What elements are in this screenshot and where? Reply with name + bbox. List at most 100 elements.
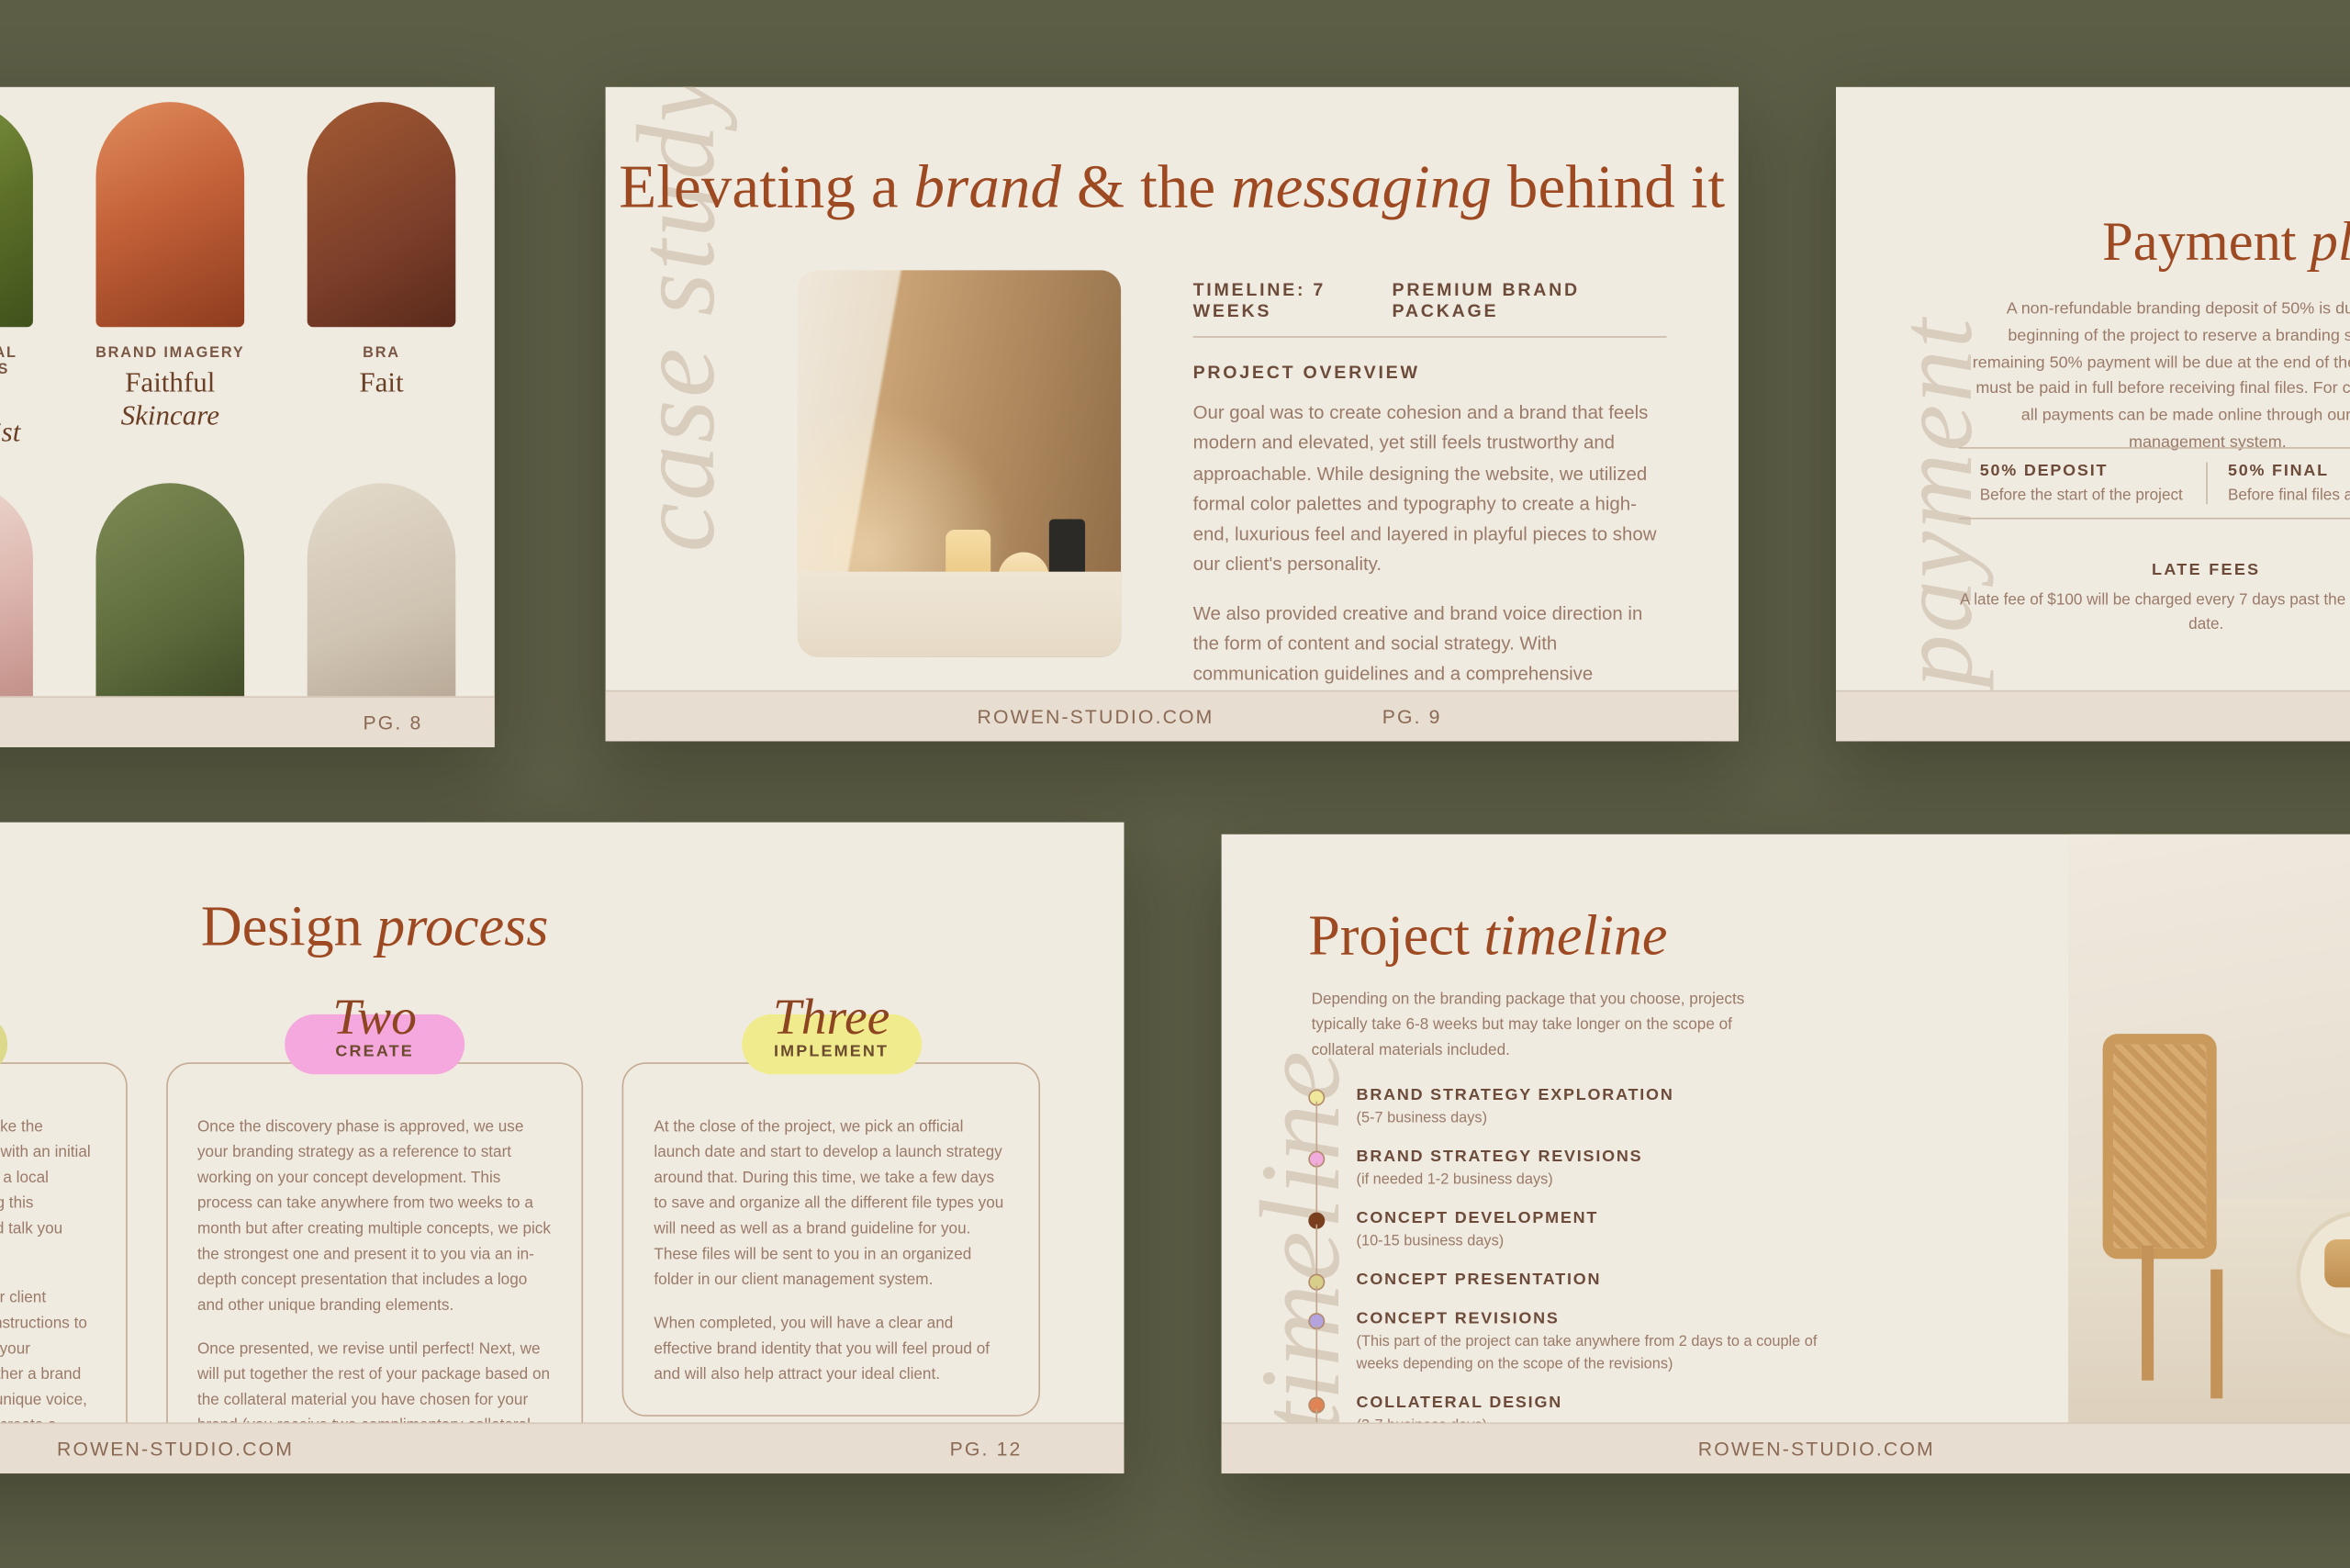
slide-design-process[interactable]: process Design process Congratulations! … — [0, 822, 1125, 1474]
portfolio-card[interactable]: COLLATERAL MATERIALS Lauren Minimalist — [0, 102, 45, 450]
timeline-connector — [1315, 1408, 1318, 1423]
presentation-mockup-canvas: WEBSITE aker COLLATERAL MATERIALS Lauren… — [0, 0, 2350, 1568]
project-overview-paragraph-1: Our goal was to create cohesion and a br… — [1192, 402, 1657, 576]
case-study-details: TIMELINE: 7 WEEKS PREMIUM BRAND PACKAGE … — [1192, 279, 1667, 690]
payment-term-heading: 50% DEPOSIT — [1979, 462, 2109, 481]
timeline-connector — [1315, 1224, 1318, 1277]
timeline-item: CONCEPT DEVELOPMENT (10-15 business days… — [1308, 1209, 1848, 1277]
payment-term-sub: Before final files are sent — [2227, 486, 2350, 505]
slide-project-timeline-body: timeline Project timeline Depending on t… — [1222, 834, 2350, 1423]
project-overview-paragraph-2: We also provided creative and brand voic… — [1192, 602, 1643, 685]
case-study-package: PREMIUM BRAND PACKAGE — [1392, 279, 1580, 321]
timeline-connector — [1315, 1101, 1318, 1154]
process-step-text: Once the discovery phase is approved, we… — [196, 1114, 552, 1423]
portfolio-card-kicker: BRA — [363, 344, 400, 362]
process-step-text: Congratulations! You've decided to take … — [0, 1114, 95, 1423]
portfolio-thumbnail — [95, 102, 245, 328]
timeline-item-name: CONCEPT DEVELOPMENT — [1356, 1209, 1599, 1227]
timeline-item-duration: (5-7 business days) — [1356, 1110, 1488, 1127]
slide-portfolio-body: WEBSITE aker COLLATERAL MATERIALS Lauren… — [0, 87, 495, 697]
timeline-item-duration: (This part of the project can take anywh… — [1356, 1334, 1818, 1373]
late-fees-text: A late fee of $100 will be charged every… — [1959, 590, 2350, 634]
payment-term-final: 50% FINAL Before final files are sent — [2205, 462, 2350, 505]
portfolio-card[interactable]: BRAND D Phosp — [296, 483, 468, 697]
process-step-two: Once the discovery phase is approved, we… — [165, 991, 584, 1423]
slide-case-study[interactable]: case study Elevating a brand & the messa… — [605, 86, 1739, 742]
timeline-list: BRAND STRATEGY EXPLORATION (5-7 business… — [1308, 1086, 1849, 1423]
portfolio-grid: WEBSITE aker COLLATERAL MATERIALS Lauren… — [0, 102, 468, 697]
timeline-connector — [1315, 1162, 1318, 1215]
timeline-item: BRAND STRATEGY EXPLORATION (5-7 business… — [1308, 1086, 1848, 1154]
project-timeline-intro: Depending on the branding package that y… — [1311, 990, 1745, 1059]
slide-portfolio-footer: ROWEN-STUDIO.COM PG. 8 — [0, 696, 495, 747]
timeline-connector — [1315, 1325, 1318, 1400]
footer-page-number: PG. 12 — [949, 1437, 1023, 1461]
portfolio-card-name: Fait — [359, 367, 404, 399]
slide-payment-plan[interactable]: payment Payment plan A non-refundable br… — [1836, 86, 2350, 742]
portfolio-thumbnail — [0, 102, 33, 328]
portfolio-card[interactable]: BRA Fait — [296, 102, 468, 450]
timeline-photo — [2068, 834, 2350, 1423]
process-step-paragraph: When completed, you will have a clear an… — [654, 1314, 990, 1383]
payment-term-heading: 50% FINAL — [2227, 462, 2329, 481]
slide-project-timeline[interactable]: timeline Project timeline Depending on t… — [1221, 834, 2350, 1474]
process-step-box: Congratulations! You've decided to take … — [0, 1062, 128, 1423]
slide-payment-plan-footer: ROW — [1836, 689, 2350, 742]
case-study-photo — [797, 270, 1122, 657]
portfolio-card-kicker: BRAND IMAGERY — [95, 344, 245, 362]
payment-plan-intro: A non-refundable branding deposit of 50%… — [1972, 299, 2350, 453]
footer-site: ROWEN-STUDIO.COM — [1697, 1437, 1935, 1461]
portfolio-card[interactable]: BRAND IMAGERY Faithful Skincare — [84, 102, 256, 450]
process-step-paragraph: At the close of the project, we pick an … — [654, 1117, 1004, 1289]
process-step-badge: IMPLEMENT Three — [704, 991, 959, 1075]
payment-plan-title: Payment plan — [2102, 211, 2350, 274]
slide-case-study-footer: ROWEN-STUDIO.COM PG. 9 — [605, 689, 1739, 742]
timeline-item: CONCEPT REVISIONS (This part of the proj… — [1308, 1310, 1848, 1400]
timeline-item-name: BRAND STRATEGY EXPLORATION — [1356, 1086, 1674, 1104]
process-step-script-number: Three — [772, 990, 890, 1047]
project-overview-heading: PROJECT OVERVIEW — [1192, 361, 1420, 383]
portfolio-thumbnail — [0, 483, 33, 697]
process-step-pill: DISCOVER — [0, 1014, 8, 1075]
slide-design-process-footer: ROWEN-STUDIO.COM PG. 12 — [0, 1422, 1125, 1474]
portfolio-thumbnail — [307, 483, 456, 697]
timeline-item-duration: (3-7 business days) — [1357, 1415, 1849, 1423]
slide-case-study-body: case study Elevating a brand & the messa… — [606, 87, 1739, 690]
process-step-badge: DISCOVER One — [0, 1014, 46, 1075]
timeline-item: COLLATERAL DESIGN (3-7 business days) — [1308, 1394, 1849, 1423]
slide-portfolio[interactable]: WEBSITE aker COLLATERAL MATERIALS Lauren… — [0, 86, 495, 747]
slide-payment-plan-body: payment Payment plan A non-refundable br… — [1836, 87, 2350, 690]
design-process-title: Design process — [200, 895, 549, 959]
footer-page-number: PG. 9 — [1382, 705, 1442, 728]
timeline-item-name: COLLATERAL DESIGN — [1356, 1394, 1562, 1413]
timeline-item-duration: (if needed 1-2 business days) — [1356, 1171, 1553, 1189]
process-step-paragraph: Congratulations! You've decided to take … — [0, 1117, 91, 1238]
portfolio-card-name: Lauren Minimalist — [0, 417, 21, 449]
timeline-item-duration: (10-15 business days) — [1356, 1233, 1505, 1250]
process-step-badge: CREATE Two — [247, 991, 502, 1075]
footer-page-number: PG. 8 — [363, 711, 423, 734]
payment-term-deposit: 50% DEPOSIT Before the start of the proj… — [1959, 462, 2206, 504]
late-fees-heading: LATE FEES — [2152, 561, 2261, 579]
case-study-divider — [1192, 336, 1667, 338]
process-step-paragraph: Once presented, we revise until perfect!… — [196, 1339, 551, 1423]
slide-project-timeline-footer: ROWEN-STUDIO.COM PG. 13 — [1221, 1422, 2350, 1474]
process-step-script-number: Two — [332, 990, 417, 1047]
portfolio-card-name: Faithful Skincare — [120, 367, 220, 432]
process-steps: Congratulations! You've decided to take … — [0, 991, 1041, 1423]
process-step-paragraph: After the meeting, we invite you to our … — [0, 1288, 87, 1422]
project-timeline-title: Project timeline — [1308, 904, 1668, 969]
process-step-paragraph: Once the discovery phase is approved, we… — [196, 1117, 551, 1315]
footer-site: ROWEN-STUDIO.COM — [57, 1437, 295, 1461]
process-step-box: At the close of the project, we pick an … — [622, 1062, 1041, 1417]
case-study-title: Elevating a brand & the messaging behind… — [619, 151, 1726, 221]
payment-terms: 50% DEPOSIT Before the start of the proj… — [1958, 447, 2350, 520]
portfolio-card[interactable]: BRAND DESIGN / IMAGERY Phosphene Collect… — [84, 483, 256, 697]
case-study-meta: TIMELINE: 7 WEEKS PREMIUM BRAND PACKAGE — [1193, 279, 1667, 321]
process-step-three: At the close of the project, we pick an … — [622, 991, 1041, 1422]
portfolio-card[interactable]: BRAND DESIGN / WEBSITE Chandler Design — [0, 483, 45, 697]
timeline-item-name: CONCEPT PRESENTATION — [1356, 1271, 1602, 1289]
slide-design-process-body: process Design process Congratulations! … — [0, 823, 1124, 1423]
process-step-box: Once the discovery phase is approved, we… — [165, 1062, 584, 1423]
late-fees-block: LATE FEES A late fee of $100 will be cha… — [1959, 561, 2350, 637]
